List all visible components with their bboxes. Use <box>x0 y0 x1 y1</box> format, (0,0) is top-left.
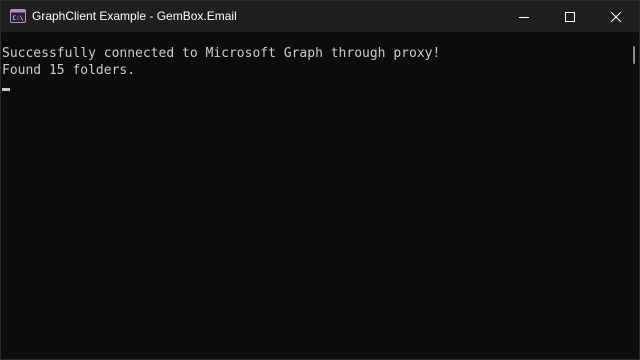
vertical-scrollbar[interactable] <box>625 32 639 359</box>
window-title: GraphClient Example - GemBox.Email <box>32 9 237 23</box>
console-window: C:\ GraphClient Example - GemBox.Email S… <box>0 0 640 360</box>
maximize-button[interactable] <box>547 1 593 32</box>
close-icon <box>611 11 621 22</box>
input-line[interactable] <box>2 79 625 96</box>
console-line: Found 15 folders. <box>2 63 136 78</box>
scrollbar-thumb[interactable] <box>633 46 635 64</box>
minimize-button[interactable] <box>501 1 547 32</box>
minimize-icon <box>519 12 529 22</box>
text-cursor <box>2 88 10 91</box>
maximize-icon <box>565 11 575 22</box>
title-bar[interactable]: C:\ GraphClient Example - GemBox.Email <box>1 1 639 32</box>
close-button[interactable] <box>593 1 639 32</box>
console-line: Successfully connected to Microsoft Grap… <box>2 46 441 61</box>
console-app-icon[interactable]: C:\ <box>10 9 26 23</box>
console-output[interactable]: Successfully connected to Microsoft Grap… <box>1 32 625 359</box>
svg-text:C:\: C:\ <box>13 15 24 22</box>
